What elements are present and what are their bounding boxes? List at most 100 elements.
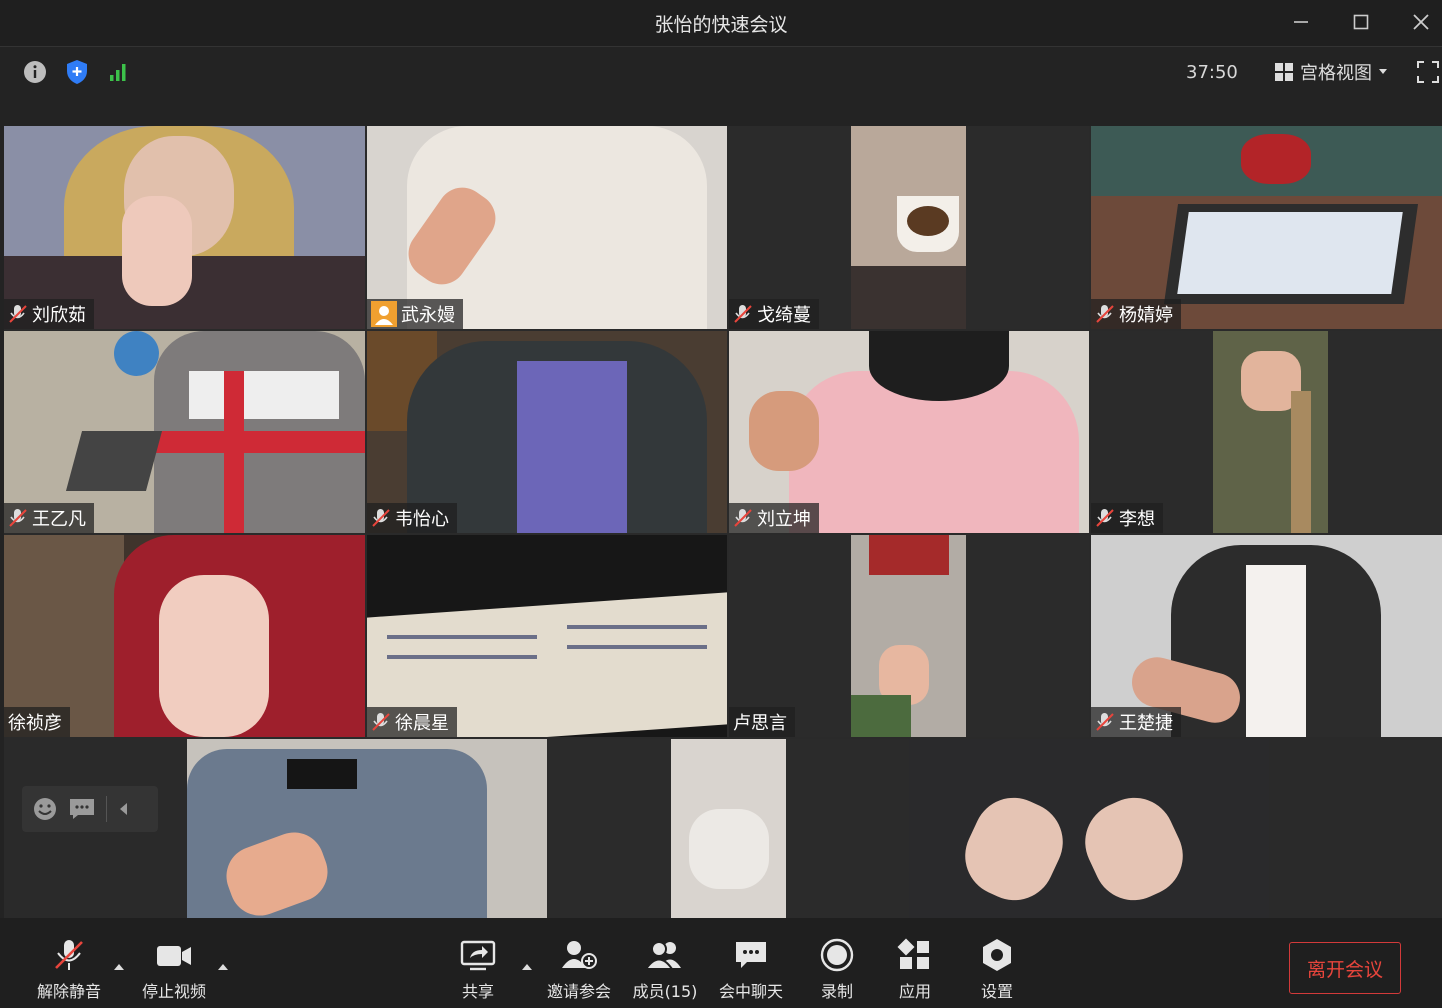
video-tile[interactable] (909, 739, 1269, 918)
stop-video-button[interactable]: 停止视频 (129, 938, 219, 1002)
share-screen-icon (460, 940, 496, 971)
participant-name-tag: 徐祯彦 (4, 707, 70, 737)
participant-name-tag: 李想 (1091, 503, 1163, 533)
muted-mic-icon (734, 509, 752, 527)
participant-name: 韦怡心 (395, 509, 449, 530)
muted-mic-icon (9, 509, 27, 527)
muted-mic-icon (55, 940, 83, 970)
participant-name-tag: 戈绮蔓 (729, 299, 819, 329)
video-scene (851, 266, 966, 329)
invite-button[interactable]: 邀请参会 (534, 938, 624, 1002)
chevron-down-icon (1379, 69, 1387, 74)
muted-mic-icon (9, 305, 27, 323)
video-tile[interactable] (549, 739, 909, 918)
fullscreen-button[interactable] (1414, 58, 1442, 86)
video-scene (387, 655, 537, 659)
video-scene (189, 371, 339, 419)
video-scene (387, 635, 537, 639)
participant-name-tag: 徐晨星 (367, 707, 457, 737)
apps-button[interactable]: 应用 (870, 938, 960, 1002)
chat-label: 会中聊天 (718, 982, 783, 1001)
video-tile[interactable]: 刘欣茹 (4, 126, 365, 329)
gear-icon (983, 939, 1011, 971)
video-tile[interactable]: 武永嫚 (367, 126, 727, 329)
video-scene (567, 645, 707, 649)
video-scene (114, 331, 159, 376)
apps-icon (897, 938, 929, 969)
video-scene (749, 391, 819, 471)
muted-mic-icon (372, 509, 390, 527)
participant-name: 徐祯彦 (8, 713, 62, 734)
video-tile[interactable]: 杨婧婷 (1091, 126, 1442, 329)
maximize-button[interactable] (1346, 8, 1376, 36)
video-scene (869, 535, 949, 575)
video-tile[interactable]: 韦怡心 (367, 331, 727, 533)
chat-button[interactable]: 会中聊天 (706, 938, 796, 1002)
video-scene (689, 809, 769, 889)
participant-name-tag: 卢思言 (729, 707, 795, 737)
invite-label: 邀请参会 (546, 982, 611, 1001)
security-shield-icon[interactable] (64, 58, 90, 86)
minimize-icon (1294, 21, 1308, 23)
record-icon (820, 938, 854, 972)
add-user-icon (562, 941, 597, 969)
video-tile[interactable]: 戈绮蔓 (729, 126, 1089, 329)
leave-meeting-button[interactable]: 离开会议 (1289, 942, 1401, 994)
close-icon (1413, 14, 1429, 30)
video-scene (159, 575, 269, 737)
share-button[interactable]: 共享 (433, 938, 523, 1002)
chat-bubble-icon[interactable] (68, 797, 96, 821)
video-tile[interactable]: 李想 (1091, 331, 1442, 533)
video-options-caret[interactable] (218, 964, 228, 970)
info-icon[interactable] (22, 59, 48, 85)
muted-mic-icon (1096, 509, 1114, 527)
video-scene (122, 196, 192, 306)
minimize-button[interactable] (1286, 8, 1316, 36)
close-button[interactable] (1406, 8, 1436, 36)
record-button[interactable]: 录制 (792, 938, 882, 1002)
members-button[interactable]: 成员(15) (620, 938, 710, 1002)
divider (106, 796, 107, 822)
participant-name: 戈绮蔓 (757, 305, 811, 326)
video-tile[interactable]: 徐晨星 (367, 535, 727, 737)
participant-name-tag: 韦怡心 (367, 503, 457, 533)
apps-label: 应用 (898, 982, 931, 1001)
muted-mic-icon (1096, 305, 1114, 323)
signal-strength-icon[interactable] (106, 59, 132, 83)
members-label: 成员(15) (632, 982, 698, 1001)
video-camera-icon (157, 946, 191, 966)
video-scene (1241, 134, 1311, 184)
title-bar: 张怡的快速会议 (0, 0, 1442, 47)
avatar-icon (371, 301, 397, 327)
video-scene (907, 206, 949, 236)
video-tile[interactable] (187, 739, 547, 918)
fullscreen-icon (1417, 61, 1439, 83)
settings-label: 设置 (980, 982, 1013, 1001)
gallery-view-button[interactable]: 宫格视图 (1274, 58, 1388, 86)
emoji-icon[interactable] (32, 796, 58, 822)
chevron-left-icon[interactable] (117, 801, 131, 817)
video-tile[interactable]: 刘立坤 (729, 331, 1089, 533)
unmute-label: 解除静音 (36, 982, 101, 1001)
settings-button[interactable]: 设置 (952, 938, 1042, 1002)
unmute-button[interactable]: 解除静音 (24, 938, 114, 1002)
participant-name: 徐晨星 (395, 713, 449, 734)
muted-mic-icon (734, 305, 752, 323)
video-tile[interactable]: 卢思言 (729, 535, 1089, 737)
view-label: 宫格视图 (1300, 63, 1372, 84)
participant-name: 杨婧婷 (1119, 305, 1173, 326)
participant-name-tag: 刘欣茹 (4, 299, 94, 329)
video-scene (869, 331, 1009, 401)
grid-view-icon (1275, 63, 1293, 81)
reaction-bar (22, 786, 158, 832)
members-icon (645, 941, 681, 970)
record-label: 录制 (820, 982, 853, 1001)
chat-icon (736, 942, 766, 968)
audio-options-caret[interactable] (114, 964, 124, 970)
video-tile[interactable]: 王乙凡 (4, 331, 365, 533)
video-scene (154, 431, 365, 453)
participant-name-tag: 武永嫚 (367, 299, 463, 329)
video-tile[interactable]: 王楚捷 (1091, 535, 1442, 737)
share-options-caret[interactable] (522, 964, 532, 970)
video-tile[interactable]: 徐祯彦 (4, 535, 365, 737)
